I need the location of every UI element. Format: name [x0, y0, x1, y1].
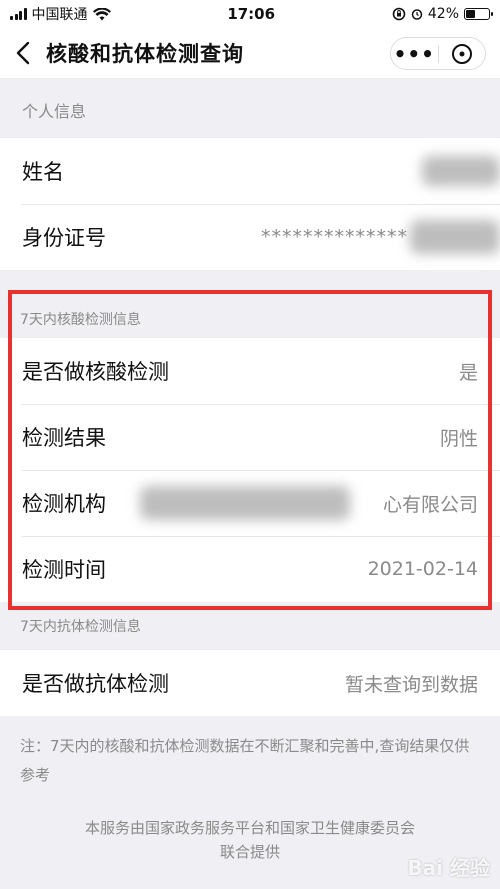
row-label: 身份证号: [22, 226, 106, 250]
signal-icon: [10, 8, 27, 20]
chevron-left-icon: [16, 41, 30, 65]
row-id-number: 身份证号 **************: [0, 204, 500, 270]
disclaimer-note: 注：7天内的核酸和抗体检测数据在不断汇聚和完善中,查询结果仅供参考: [20, 737, 470, 784]
alarm-icon: [411, 9, 423, 20]
row-label: 检测时间: [22, 558, 106, 582]
status-time: 17:06: [227, 5, 276, 23]
row-value: 阴性: [439, 427, 478, 450]
row-test-time: 检测时间 2021-02-14: [0, 536, 500, 602]
row-value: 是: [458, 361, 478, 384]
footer-line-1: 本服务由国家政务服务平台和国家卫生健康委员会: [84, 819, 415, 837]
personal-info-group: 姓名 身份证号 **************: [0, 138, 500, 270]
page-title: 核酸和抗体检测查询: [46, 42, 244, 66]
row-label: 姓名: [22, 160, 64, 184]
battery-percent: 42%: [427, 6, 459, 22]
status-bar: 中国联通 17:06 42%: [0, 0, 500, 28]
row-label: 检测结果: [22, 426, 106, 450]
back-button[interactable]: [16, 38, 38, 68]
status-left: 中国联通: [10, 4, 111, 24]
redaction-blur: [410, 220, 500, 254]
more-button[interactable]: •••: [391, 44, 438, 64]
antibody-info-group: 是否做抗体检测 暂未查询到数据: [0, 650, 500, 716]
wifi-icon: [92, 7, 111, 20]
section-header-antibody: 7天内抗体检测信息: [20, 619, 141, 635]
row-value: 2021-02-14: [367, 558, 478, 580]
row-label: 是否做核酸检测: [22, 360, 169, 384]
row-value: 暂未查询到数据: [344, 673, 478, 696]
row-antibody-done: 是否做抗体检测 暂未查询到数据: [0, 650, 500, 716]
status-right: 42%: [392, 6, 493, 22]
carrier-label: 中国联通: [31, 7, 88, 23]
row-value: **************: [261, 226, 408, 248]
mini-program-capsule: •••: [390, 37, 486, 70]
row-nucleic-done: 是否做核酸检测 是: [0, 338, 500, 404]
row-test-result: 检测结果 阴性: [0, 404, 500, 470]
close-circle-icon: [451, 43, 472, 64]
redaction-blur: [422, 156, 500, 186]
row-name: 姓名: [0, 138, 500, 204]
redaction-blur: [140, 486, 350, 520]
section-header-nucleic: 7天内核酸检测信息: [20, 312, 141, 328]
section-header-personal: 个人信息: [22, 102, 87, 121]
close-button[interactable]: [439, 43, 486, 65]
nucleic-info-group: 是否做核酸检测 是 检测结果 阴性 检测机构 心有限公司 检测时间 2021-0…: [0, 338, 500, 602]
watermark-logo: Bai 经验: [407, 856, 490, 880]
nav-bar: 核酸和抗体检测查询 •••: [0, 28, 500, 78]
row-value: 心有限公司: [382, 493, 478, 516]
battery-icon: [464, 8, 493, 20]
row-test-institution: 检测机构 心有限公司: [0, 470, 500, 536]
row-label: 检测机构: [22, 492, 106, 516]
row-label: 是否做抗体检测: [22, 672, 169, 696]
rotation-lock-icon: [392, 7, 406, 21]
